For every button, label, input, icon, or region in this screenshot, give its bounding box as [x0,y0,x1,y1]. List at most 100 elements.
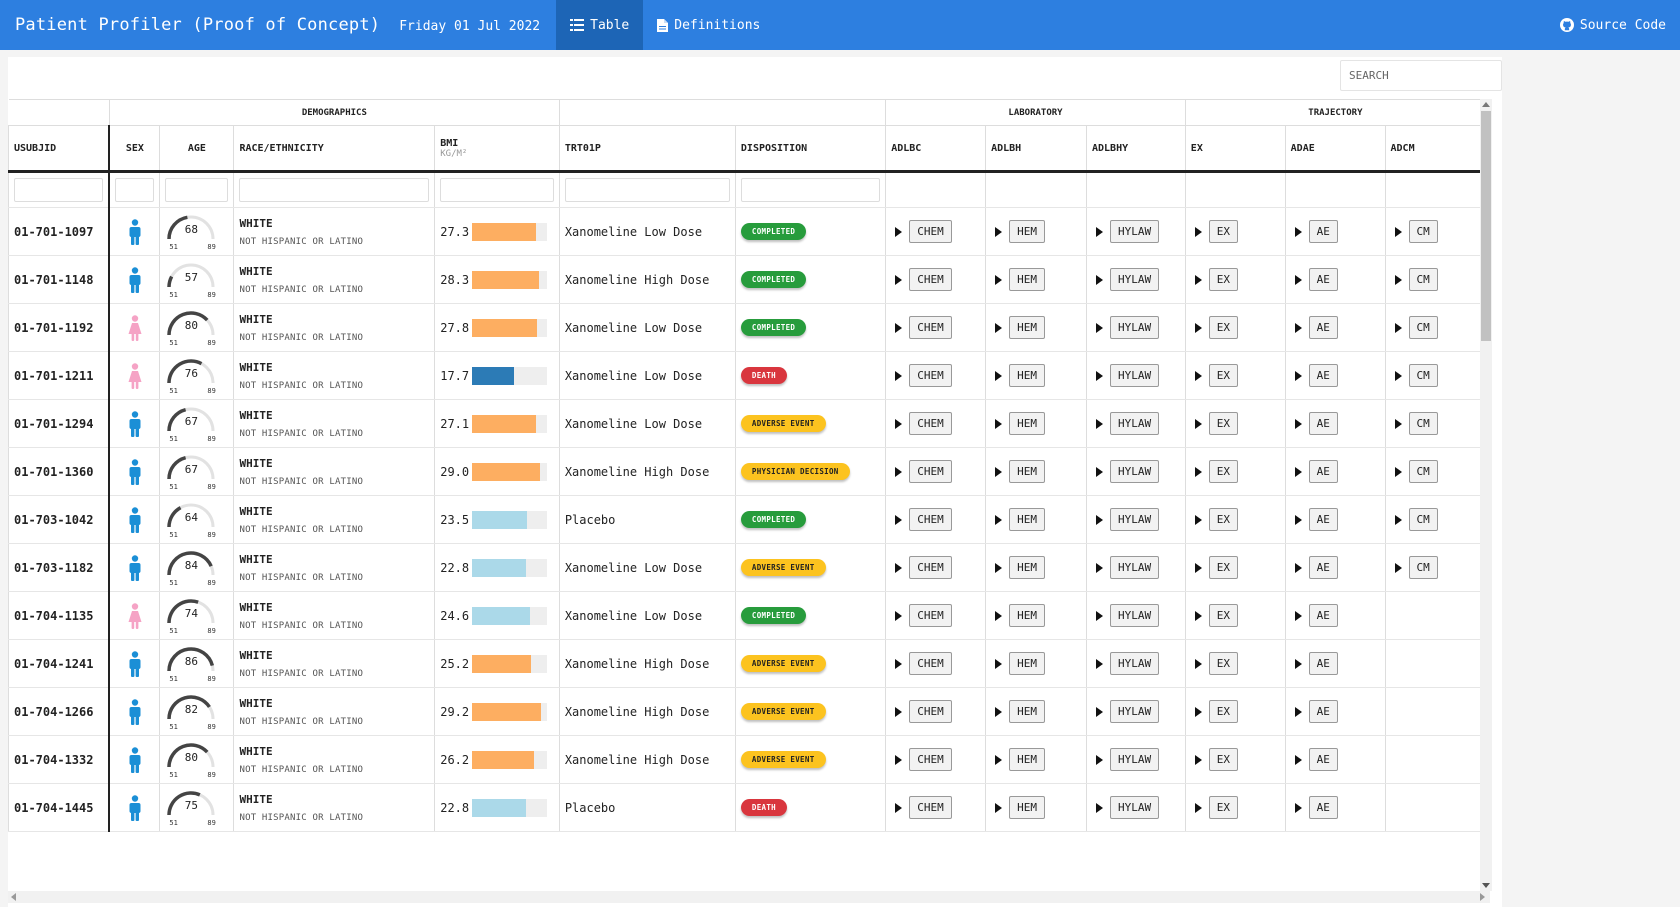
ex-button[interactable]: EX [1208,364,1239,387]
ae-button[interactable]: AE [1308,412,1338,435]
scroll-left-icon[interactable] [11,893,16,901]
col-adlbh[interactable]: ADLBH [985,125,1087,173]
expand-caret-icon[interactable] [995,562,1003,573]
hem-button[interactable]: HEM [1009,796,1045,819]
expand-caret-icon[interactable] [1194,610,1202,621]
cm-button[interactable]: CM [1408,268,1438,291]
expand-caret-icon[interactable] [1194,418,1202,429]
cm-button[interactable]: CM [1408,556,1438,579]
expand-caret-icon[interactable] [895,802,903,813]
hylaw-button[interactable]: HYLAW [1110,652,1160,675]
expand-caret-icon[interactable] [1194,562,1202,573]
ex-button[interactable]: EX [1208,748,1239,771]
hylaw-button[interactable]: HYLAW [1110,268,1160,291]
expand-caret-icon[interactable] [1096,610,1103,621]
col-sex[interactable]: SEX [108,125,160,173]
expand-caret-icon[interactable] [895,274,903,285]
ex-button[interactable]: EX [1208,652,1239,675]
ae-button[interactable]: AE [1308,268,1338,291]
tab-definitions[interactable]: Definitions [643,0,774,50]
expand-caret-icon[interactable] [1194,274,1202,285]
hem-button[interactable]: HEM [1009,748,1045,771]
ae-button[interactable]: AE [1308,652,1338,675]
filter-sex-input[interactable] [115,178,155,202]
hylaw-button[interactable]: HYLAW [1110,364,1160,387]
col-disposition[interactable]: DISPOSITION [734,125,886,173]
expand-caret-icon[interactable] [995,658,1003,669]
ae-button[interactable]: AE [1308,700,1338,723]
expand-caret-icon[interactable] [995,514,1003,525]
expand-caret-icon[interactable] [1194,370,1202,381]
ex-button[interactable]: EX [1208,220,1239,243]
hem-button[interactable]: HEM [1009,460,1045,483]
expand-caret-icon[interactable] [1096,802,1103,813]
hylaw-button[interactable]: HYLAW [1110,748,1160,771]
expand-caret-icon[interactable] [995,322,1003,333]
cm-button[interactable]: CM [1408,364,1438,387]
cm-button[interactable]: CM [1408,460,1438,483]
scroll-right-icon[interactable] [1480,893,1485,901]
expand-caret-icon[interactable] [895,418,903,429]
chem-button[interactable]: CHEM [909,652,952,675]
ex-button[interactable]: EX [1208,412,1239,435]
ex-button[interactable]: EX [1208,460,1239,483]
expand-caret-icon[interactable] [895,658,903,669]
expand-caret-icon[interactable] [1194,658,1202,669]
hem-button[interactable]: HEM [1009,700,1045,723]
ae-button[interactable]: AE [1308,316,1338,339]
ae-button[interactable]: AE [1308,364,1338,387]
expand-caret-icon[interactable] [1294,562,1302,573]
expand-caret-icon[interactable] [995,610,1003,621]
expand-caret-icon[interactable] [1294,610,1302,621]
expand-caret-icon[interactable] [895,754,903,765]
expand-caret-icon[interactable] [1394,370,1402,381]
chem-button[interactable]: CHEM [909,604,952,627]
expand-caret-icon[interactable] [1294,514,1302,525]
expand-caret-icon[interactable] [995,466,1003,477]
col-race[interactable]: RACE/ETHNICITY [233,125,435,173]
hem-button[interactable]: HEM [1009,220,1045,243]
hylaw-button[interactable]: HYLAW [1110,220,1160,243]
expand-caret-icon[interactable] [1294,706,1302,717]
cm-button[interactable]: CM [1408,412,1438,435]
expand-caret-icon[interactable] [995,802,1003,813]
expand-caret-icon[interactable] [1294,322,1302,333]
expand-caret-icon[interactable] [895,562,903,573]
col-age[interactable]: AGE [159,125,234,173]
chem-button[interactable]: CHEM [909,700,952,723]
expand-caret-icon[interactable] [995,226,1003,237]
col-bmi[interactable]: BMI KG/M² [434,125,560,173]
expand-caret-icon[interactable] [1194,466,1202,477]
hylaw-button[interactable]: HYLAW [1110,700,1160,723]
expand-caret-icon[interactable] [1194,514,1202,525]
hylaw-button[interactable]: HYLAW [1110,460,1160,483]
scroll-down-icon[interactable] [1482,883,1490,888]
ae-button[interactable]: AE [1308,796,1338,819]
expand-caret-icon[interactable] [1394,418,1402,429]
expand-caret-icon[interactable] [1294,418,1302,429]
expand-caret-icon[interactable] [1294,274,1302,285]
ex-button[interactable]: EX [1208,316,1239,339]
scroll-up-icon[interactable] [1482,102,1490,107]
expand-caret-icon[interactable] [1096,370,1103,381]
hem-button[interactable]: HEM [1009,508,1045,531]
ae-button[interactable]: AE [1308,604,1338,627]
expand-caret-icon[interactable] [1096,514,1103,525]
chem-button[interactable]: CHEM [909,748,952,771]
chem-button[interactable]: CHEM [909,508,952,531]
expand-caret-icon[interactable] [1096,418,1103,429]
expand-caret-icon[interactable] [995,706,1003,717]
expand-caret-icon[interactable] [895,466,903,477]
expand-caret-icon[interactable] [1096,322,1103,333]
chem-button[interactable]: CHEM [909,556,952,579]
ex-button[interactable]: EX [1208,556,1239,579]
hem-button[interactable]: HEM [1009,364,1045,387]
scroll-thumb[interactable] [1481,111,1491,341]
hylaw-button[interactable]: HYLAW [1110,556,1160,579]
chem-button[interactable]: CHEM [909,796,952,819]
hem-button[interactable]: HEM [1009,316,1045,339]
filter-trt-input[interactable] [564,178,730,202]
ex-button[interactable]: EX [1208,604,1239,627]
expand-caret-icon[interactable] [1194,322,1202,333]
expand-caret-icon[interactable] [1096,562,1103,573]
